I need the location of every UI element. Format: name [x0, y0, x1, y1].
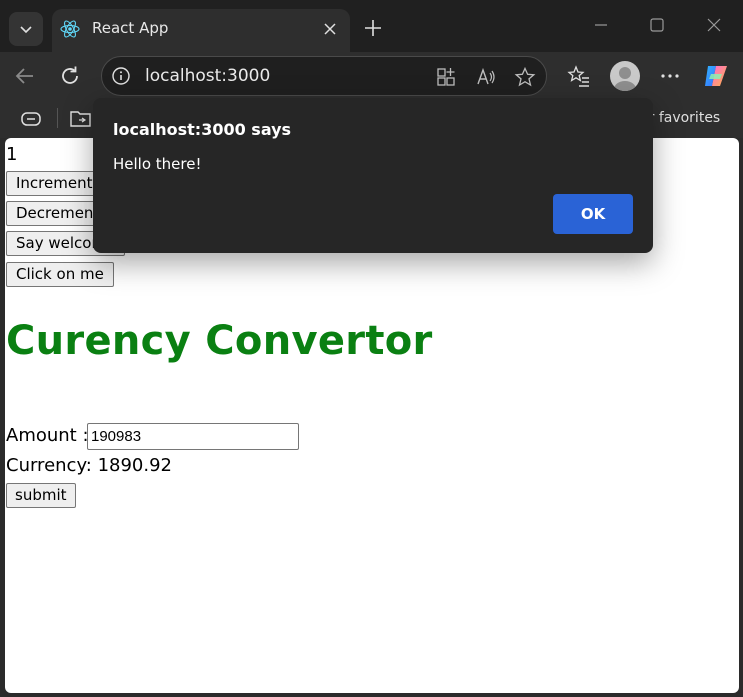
- counter-value: 1: [6, 144, 18, 165]
- chevron-down-icon: [20, 26, 32, 34]
- star-icon[interactable]: [514, 66, 536, 88]
- refresh-button[interactable]: [57, 63, 83, 89]
- click-on-me-button[interactable]: Click on me: [6, 262, 114, 287]
- minimize-icon[interactable]: [592, 16, 610, 34]
- close-window-icon[interactable]: [705, 16, 723, 34]
- plus-icon[interactable]: [362, 17, 384, 39]
- folder-icon[interactable]: [69, 108, 93, 130]
- submit-button[interactable]: submit: [6, 483, 76, 508]
- dialog-title: localhost:3000 says: [113, 120, 292, 139]
- info-icon[interactable]: [111, 66, 131, 86]
- copilot-icon: [705, 66, 727, 86]
- more-button[interactable]: [657, 63, 683, 89]
- dialog-message: Hello there!: [113, 155, 202, 173]
- browser-toolbar: localhost:3000: [0, 52, 743, 100]
- back-arrow-icon: [15, 68, 33, 84]
- link-icon[interactable]: [20, 109, 42, 129]
- refresh-icon: [62, 66, 78, 84]
- favorites-list-icon: [567, 65, 589, 87]
- profile-avatar-icon[interactable]: [610, 61, 640, 91]
- copilot-button[interactable]: [702, 62, 730, 90]
- amount-input[interactable]: [87, 423, 299, 450]
- currency-result: Currency: 1890.92: [6, 455, 173, 476]
- ok-button[interactable]: OK: [553, 194, 633, 234]
- close-icon[interactable]: [322, 21, 338, 37]
- read-aloud-icon[interactable]: [475, 66, 497, 88]
- back-button[interactable]: [12, 63, 38, 89]
- amount-label: Amount :: [6, 425, 89, 446]
- tab-list-button[interactable]: [9, 12, 43, 46]
- app-grid-icon[interactable]: [435, 66, 457, 88]
- address-bar[interactable]: localhost:3000: [101, 56, 547, 96]
- ellipsis-icon: [661, 74, 679, 78]
- increment-button[interactable]: Increment: [6, 171, 103, 196]
- favbar-divider: [57, 108, 58, 128]
- tab-title: React App: [92, 19, 169, 37]
- page-title: Curency Convertor: [6, 318, 433, 364]
- browser-title-bar: React App: [0, 0, 743, 52]
- tab-react-app[interactable]: React App: [52, 9, 350, 52]
- alert-dialog: localhost:3000 says Hello there! OK: [93, 98, 653, 253]
- maximize-icon[interactable]: [648, 16, 666, 34]
- address-url: localhost:3000: [145, 66, 271, 86]
- favorites-button[interactable]: [566, 63, 592, 89]
- person-icon: [614, 67, 636, 91]
- react-logo-icon: [60, 20, 80, 38]
